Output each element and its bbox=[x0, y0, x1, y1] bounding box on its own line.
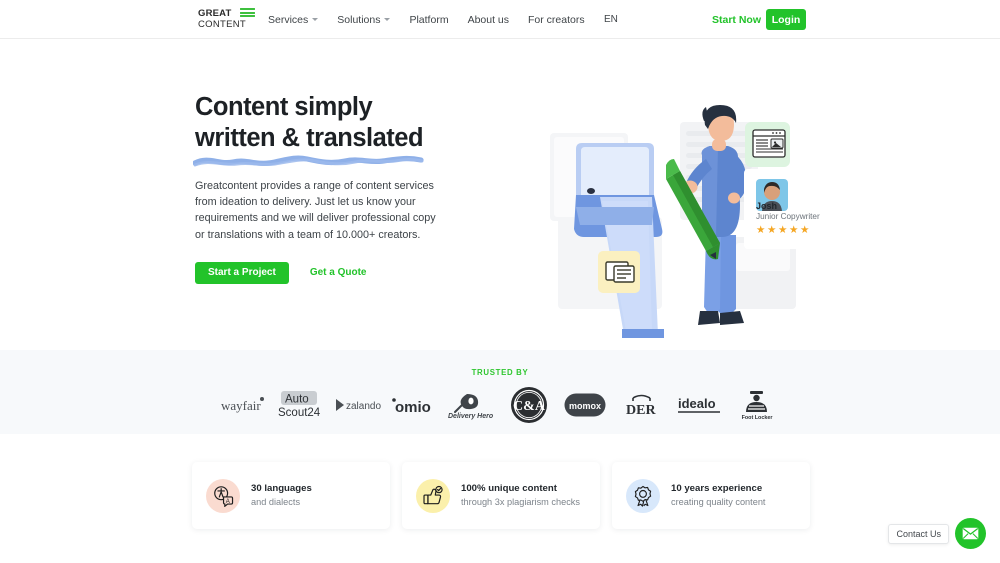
brand-omio: omio bbox=[386, 388, 443, 422]
nav-item-solutions[interactable]: Solutions bbox=[337, 13, 391, 26]
brand-momox: momox bbox=[557, 388, 614, 422]
feature-title: 10 years experience bbox=[671, 482, 763, 494]
svg-text:idealo: idealo bbox=[678, 396, 716, 411]
brand-der: DER bbox=[614, 388, 671, 422]
nav-label: For creators bbox=[528, 13, 585, 26]
main-navigation: Services Solutions Platform About us For… bbox=[268, 0, 585, 39]
document-badge bbox=[598, 251, 640, 293]
svg-text:C&A: C&A bbox=[513, 399, 546, 414]
headline-line-2: written & translated bbox=[195, 124, 424, 152]
svg-text:Scout24: Scout24 bbox=[278, 407, 321, 419]
reviewer-role: Junior Copywriter bbox=[756, 212, 820, 221]
feature-card-experience: 10 years experience creating quality con… bbox=[612, 462, 810, 529]
hero-paragraph: Greatcontent provides a range of content… bbox=[195, 180, 436, 241]
get-a-quote-button[interactable]: Get a Quote bbox=[310, 267, 367, 278]
landing-page: GREAT CONTENT Services Solutions Platfor… bbox=[0, 0, 1000, 563]
hero-cta-group: Start a Project Get a Quote bbox=[195, 261, 460, 284]
chevron-down-icon bbox=[384, 18, 391, 21]
brand-zalando: zalando bbox=[329, 388, 386, 422]
nav-item-services[interactable]: Services bbox=[268, 13, 319, 26]
trusted-by-label: TRUSTED BY bbox=[471, 368, 529, 377]
feature-card-unique-content: 100% unique content through 3x plagiaris… bbox=[402, 462, 600, 529]
svg-text:Foot Locker: Foot Locker bbox=[741, 415, 773, 420]
logo-text-content: CONTENT bbox=[198, 19, 247, 30]
svg-text:omio: omio bbox=[395, 399, 431, 416]
brand-idealo: idealo bbox=[671, 388, 728, 422]
hero-illustration: Josh Junior Copywriter ★★★★★ bbox=[540, 97, 850, 342]
page-title: Content simply written & translated bbox=[195, 92, 460, 154]
contact-widget: Contact Us bbox=[888, 518, 986, 549]
brand-wayfair: wayfair bbox=[215, 388, 272, 422]
svg-text:momox: momox bbox=[568, 401, 600, 411]
contact-tooltip: Contact Us bbox=[888, 523, 949, 544]
chevron-down-icon bbox=[312, 18, 319, 21]
hero-copy: Content simply written & translated Grea… bbox=[193, 92, 460, 284]
brand-ca: C&A bbox=[500, 387, 557, 423]
feature-subtitle: and dialects bbox=[251, 496, 301, 507]
trusted-by-section: TRUSTED BY wayfair Auto Scout24 zalando bbox=[0, 350, 1000, 434]
brand-autoscout24: Auto Scout24 bbox=[272, 388, 329, 422]
article-badge bbox=[745, 122, 790, 167]
svg-text:Auto: Auto bbox=[285, 394, 309, 406]
feature-title: 30 languages bbox=[251, 482, 312, 494]
svg-text:wayfair: wayfair bbox=[221, 398, 261, 413]
nav-label: About us bbox=[467, 13, 510, 26]
reviewer-info: Josh Junior Copywriter ★★★★★ bbox=[756, 201, 836, 236]
feature-subtitle: through 3x plagiarism checks bbox=[461, 496, 580, 507]
underline-squiggle bbox=[193, 155, 424, 167]
nav-item-platform[interactable]: Platform bbox=[409, 14, 448, 26]
brand-foot-locker: Foot Locker bbox=[728, 388, 785, 422]
nav-item-about-us[interactable]: About us bbox=[468, 14, 509, 26]
site-header: GREAT CONTENT Services Solutions Platfor… bbox=[0, 0, 1000, 39]
nav-label: Solutions bbox=[337, 13, 381, 26]
nav-label: Platform bbox=[409, 13, 449, 26]
rating-stars: ★★★★★ bbox=[756, 224, 812, 236]
logo-bars-icon bbox=[240, 8, 255, 18]
hero-section: Content simply written & translated Grea… bbox=[0, 39, 1000, 350]
feature-card-languages: A 30 languages and dialects bbox=[192, 462, 390, 529]
thumbs-up-icon bbox=[416, 478, 450, 513]
nav-label: Services bbox=[268, 13, 309, 26]
start-now-link[interactable]: Start Now bbox=[712, 14, 761, 26]
svg-text:Delivery Hero: Delivery Hero bbox=[448, 413, 494, 420]
logo[interactable]: GREAT CONTENT bbox=[198, 8, 255, 32]
feature-card-row: A 30 languages and dialects 100% unique … bbox=[192, 462, 812, 529]
login-button[interactable]: Login bbox=[766, 9, 806, 30]
svg-text:DER: DER bbox=[626, 403, 656, 417]
nav-item-for-creators[interactable]: For creators bbox=[528, 14, 585, 26]
feature-subtitle: creating quality content bbox=[671, 496, 766, 507]
contact-us-button[interactable] bbox=[955, 518, 986, 549]
svg-text:zalando: zalando bbox=[346, 401, 381, 412]
headline-line-1: Content simply bbox=[195, 93, 373, 121]
translate-icon: A bbox=[206, 478, 240, 513]
reviewer-name: Josh bbox=[756, 201, 778, 211]
start-a-project-button[interactable]: Start a Project bbox=[195, 261, 289, 284]
brand-delivery-hero: Delivery Hero bbox=[443, 388, 500, 422]
award-badge-icon bbox=[626, 478, 660, 513]
envelope-icon bbox=[962, 527, 979, 540]
feature-title: 100% unique content bbox=[461, 482, 557, 494]
brand-logo-row: wayfair Auto Scout24 zalando omio Delive… bbox=[0, 387, 1000, 423]
language-selector[interactable]: EN bbox=[604, 14, 618, 25]
